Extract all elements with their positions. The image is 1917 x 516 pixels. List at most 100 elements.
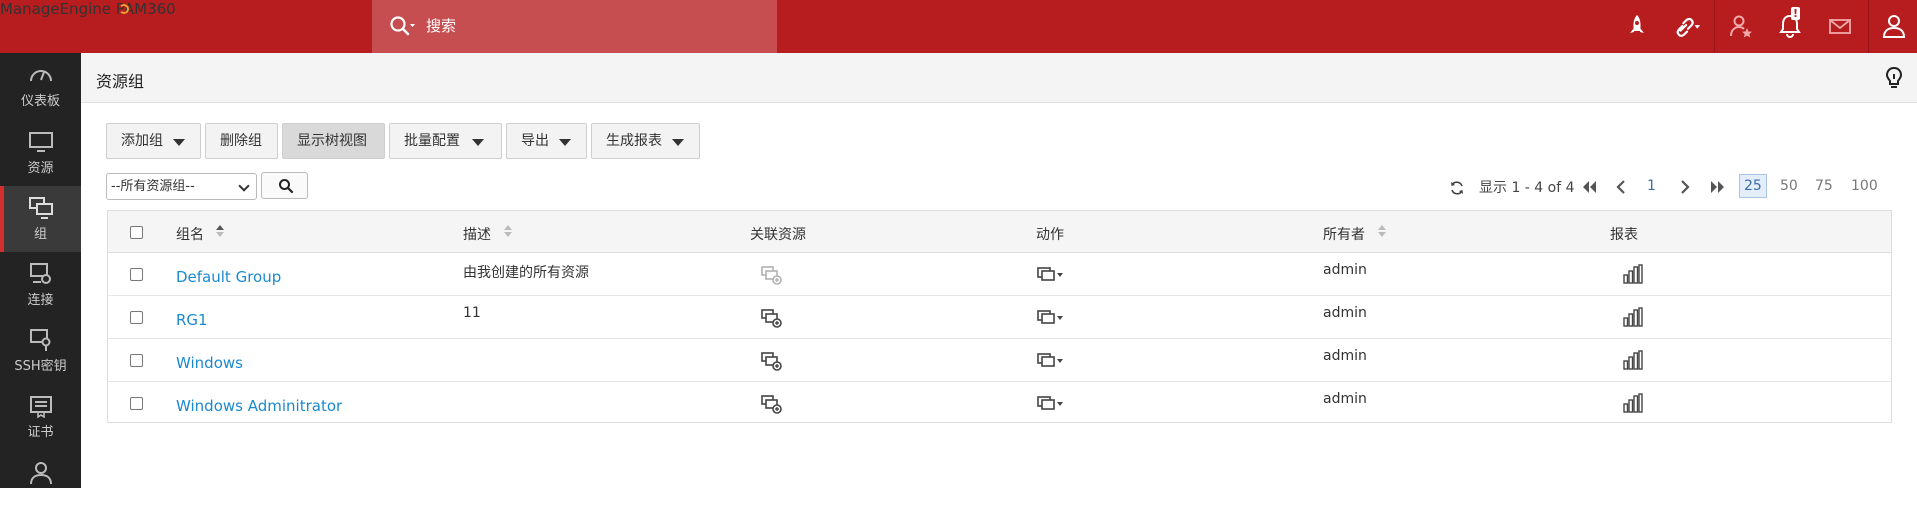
- column-header-name[interactable]: 组名: [176, 224, 204, 244]
- column-header-report: 报表: [1610, 227, 1638, 243]
- select-all-checkbox[interactable]: [130, 226, 143, 239]
- table-header: 组名 描述 关联资源 动作 所有者 报表: [108, 211, 1891, 253]
- page-size-75[interactable]: 75: [1815, 178, 1833, 194]
- link-dropdown-icon[interactable]: [1674, 12, 1702, 40]
- column-header-description[interactable]: 描述: [463, 224, 491, 244]
- sidebar-item-groups[interactable]: 组: [0, 186, 81, 252]
- group-description: 11: [463, 305, 481, 321]
- delete-group-button[interactable]: 删除组: [205, 123, 278, 159]
- delete-group-label: 删除组: [220, 133, 262, 149]
- search-icon: [279, 179, 294, 194]
- resource-actions-dropdown-icon[interactable]: [1036, 266, 1066, 284]
- logo-swoosh-icon: [119, 4, 129, 14]
- page-size-25[interactable]: 25: [1739, 174, 1767, 198]
- group-owner: admin: [1323, 391, 1367, 407]
- header-separator: [1714, 0, 1715, 53]
- sidebar-item-ssh-keys[interactable]: SSH密钥: [0, 318, 81, 384]
- add-group-label: 添加组: [121, 133, 163, 149]
- left-sidebar: 仪表板 资源 组 连接 SSH密钥 证书: [0, 53, 81, 488]
- row-checkbox[interactable]: [130, 268, 143, 281]
- header-separator: [1868, 0, 1869, 53]
- resource-actions-dropdown-icon[interactable]: [1036, 309, 1066, 327]
- next-page-icon[interactable]: [1679, 180, 1691, 194]
- sidebar-item-certificates[interactable]: 证书: [0, 384, 81, 450]
- chevron-down-icon: [672, 139, 684, 146]
- chevron-down-icon: [472, 139, 484, 146]
- resource-group-filter-select[interactable]: --所有资源组--: [106, 173, 257, 200]
- bar-chart-report-icon[interactable]: [1623, 350, 1643, 370]
- bulk-config-label: 批量配置: [404, 133, 460, 149]
- chevron-down-icon: [173, 139, 185, 146]
- generate-report-button[interactable]: 生成报表: [591, 123, 700, 159]
- group-name-link[interactable]: Windows: [176, 354, 243, 372]
- row-checkbox[interactable]: [130, 397, 143, 410]
- brand-small-text: ManageEngine: [0, 0, 111, 18]
- associate-resources-icon[interactable]: [761, 265, 783, 285]
- mail-icon[interactable]: [1826, 12, 1854, 40]
- sort-icon[interactable]: [1378, 225, 1386, 237]
- sort-icon[interactable]: [216, 225, 224, 237]
- sort-icon[interactable]: [504, 225, 512, 237]
- filter-selected-value: --所有资源组--: [111, 179, 195, 194]
- current-page-number[interactable]: 1: [1647, 178, 1656, 194]
- group-name-link[interactable]: Windows Adminitrator: [176, 397, 342, 415]
- connection-icon: [30, 263, 51, 284]
- user-icon: [30, 462, 52, 484]
- tree-view-label: 显示树视图: [297, 133, 367, 149]
- column-header-action: 动作: [1036, 227, 1064, 243]
- sidebar-item-label: 组: [33, 227, 47, 242]
- user-star-icon[interactable]: [1727, 12, 1755, 40]
- export-label: 导出: [521, 133, 549, 149]
- add-group-button[interactable]: 添加组: [106, 123, 201, 159]
- bar-chart-report-icon[interactable]: [1623, 307, 1643, 327]
- chevron-down-icon: [559, 139, 571, 146]
- pagination-summary: 显示 1 - 4 of 4: [1479, 180, 1575, 196]
- lightbulb-icon[interactable]: [1881, 65, 1907, 91]
- page-size-100[interactable]: 100: [1851, 178, 1878, 194]
- tree-view-button[interactable]: 显示树视图: [282, 123, 385, 159]
- row-checkbox[interactable]: [130, 354, 143, 367]
- top-header: ManageEngine PAM360 搜索 !: [0, 0, 1917, 53]
- bulk-config-button[interactable]: 批量配置: [389, 123, 502, 159]
- column-header-associated-resources: 关联资源: [750, 227, 806, 243]
- previous-page-icon[interactable]: [1615, 180, 1627, 194]
- bar-chart-report-icon[interactable]: [1623, 393, 1643, 413]
- row-checkbox[interactable]: [130, 311, 143, 324]
- group-owner: admin: [1323, 262, 1367, 278]
- sidebar-item-label: 资源: [27, 161, 54, 176]
- bar-chart-report-icon[interactable]: [1623, 264, 1643, 284]
- search-icon[interactable]: [388, 14, 416, 38]
- column-header-owner[interactable]: 所有者: [1323, 224, 1365, 244]
- resource-actions-dropdown-icon[interactable]: [1036, 352, 1066, 370]
- associate-resources-icon[interactable]: [761, 308, 783, 328]
- last-page-icon[interactable]: [1710, 180, 1726, 194]
- sidebar-item-label: 仪表板: [20, 94, 60, 109]
- search-placeholder[interactable]: 搜索: [426, 15, 456, 36]
- group-name-link[interactable]: Default Group: [176, 268, 281, 286]
- rocket-icon[interactable]: [1623, 12, 1651, 40]
- user-profile-icon[interactable]: [1880, 12, 1908, 40]
- dashboard-icon: [30, 70, 52, 82]
- sidebar-item-label: 连接: [27, 293, 54, 308]
- associate-resources-icon[interactable]: [761, 394, 783, 414]
- page-size-50[interactable]: 50: [1780, 178, 1798, 194]
- sidebar-item-connections[interactable]: 连接: [0, 252, 81, 318]
- sidebar-item-dashboard[interactable]: 仪表板: [0, 53, 81, 119]
- sidebar-item-users[interactable]: [0, 450, 81, 516]
- filter-search-button[interactable]: [261, 172, 308, 199]
- certificate-icon: [30, 396, 52, 418]
- global-search[interactable]: 搜索: [372, 0, 777, 53]
- generate-report-label: 生成报表: [606, 133, 662, 149]
- associate-resources-icon[interactable]: [761, 351, 783, 371]
- group-name-link[interactable]: RG1: [176, 311, 208, 329]
- chevron-down-icon: [238, 180, 250, 192]
- table-row: Windows Adminitrator admin: [108, 382, 1891, 423]
- notification-badge: !: [1791, 7, 1800, 20]
- brand-logo[interactable]: ManageEngine PAM360: [0, 0, 372, 53]
- resource-actions-dropdown-icon[interactable]: [1036, 395, 1066, 413]
- sidebar-item-resources[interactable]: 资源: [0, 120, 81, 186]
- first-page-icon[interactable]: [1581, 180, 1597, 194]
- refresh-icon[interactable]: [1449, 180, 1465, 196]
- export-button[interactable]: 导出: [506, 123, 587, 159]
- page-title-bar: 资源组: [81, 53, 1917, 103]
